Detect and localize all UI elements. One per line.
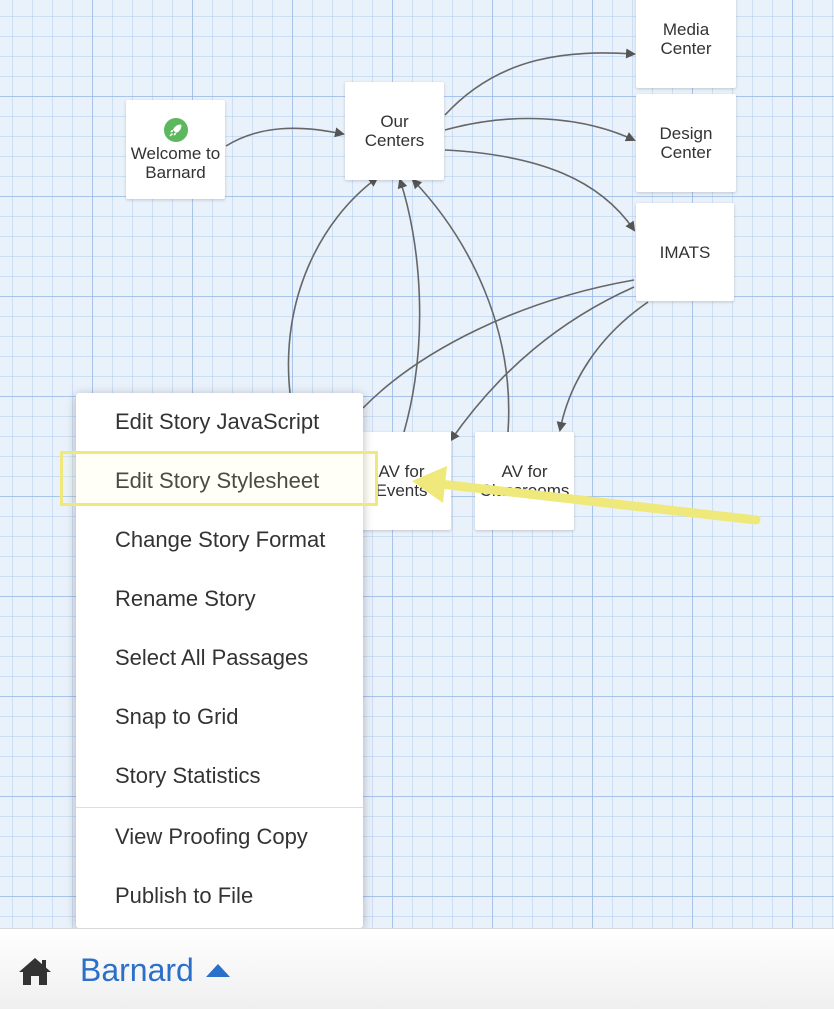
link-imats-classrooms xyxy=(556,301,649,432)
passage-design-center[interactable]: Design Center xyxy=(636,94,736,192)
passage-title: Welcome to Barnard xyxy=(130,143,221,182)
link-events-centers xyxy=(397,178,421,433)
passage-title: Design Center xyxy=(659,124,713,162)
story-name: Barnard xyxy=(80,951,194,988)
link-centers-imats xyxy=(444,149,636,232)
story-menu-button[interactable]: Barnard xyxy=(80,948,232,992)
menu-item-view-proofing[interactable]: View Proofing Copy xyxy=(76,808,363,867)
link-classrooms-centers xyxy=(411,178,510,433)
home-icon[interactable] xyxy=(17,955,53,987)
passage-welcome-to-barnard[interactable]: Welcome to Barnard xyxy=(126,100,225,199)
passage-title: Our Centers xyxy=(364,112,425,150)
menu-item-publish-to-file[interactable]: Publish to File xyxy=(76,867,363,926)
menu-item-change-format[interactable]: Change Story Format xyxy=(76,511,363,570)
menu-item-edit-javascript[interactable]: Edit Story JavaScript xyxy=(76,393,363,452)
rocket-icon xyxy=(163,117,188,142)
link-menu-centers xyxy=(287,176,379,394)
passage-title: IMATS xyxy=(659,242,711,262)
highlight-box xyxy=(60,451,378,506)
passage-av-for-classrooms[interactable]: AV for Classrooms xyxy=(475,432,574,530)
passage-media-center[interactable]: Media Center xyxy=(636,0,736,88)
passage-title: AV for Classrooms xyxy=(479,462,570,500)
passage-our-centers[interactable]: Our Centers xyxy=(345,82,444,180)
link-centers-design xyxy=(444,117,636,142)
caret-up-icon xyxy=(205,964,230,977)
passage-imats[interactable]: IMATS xyxy=(636,203,734,301)
menu-item-rename-story[interactable]: Rename Story xyxy=(76,570,363,629)
link-welcome-centers xyxy=(225,127,345,147)
menu-item-select-all[interactable]: Select All Passages xyxy=(76,629,363,688)
menu-item-snap-to-grid[interactable]: Snap to Grid xyxy=(76,688,363,747)
link-imats-events xyxy=(449,286,635,442)
link-imats-edge xyxy=(362,279,635,409)
link-centers-media xyxy=(444,48,636,116)
menu-item-story-statistics[interactable]: Story Statistics xyxy=(76,747,363,806)
passage-title: Media Center xyxy=(660,20,712,58)
